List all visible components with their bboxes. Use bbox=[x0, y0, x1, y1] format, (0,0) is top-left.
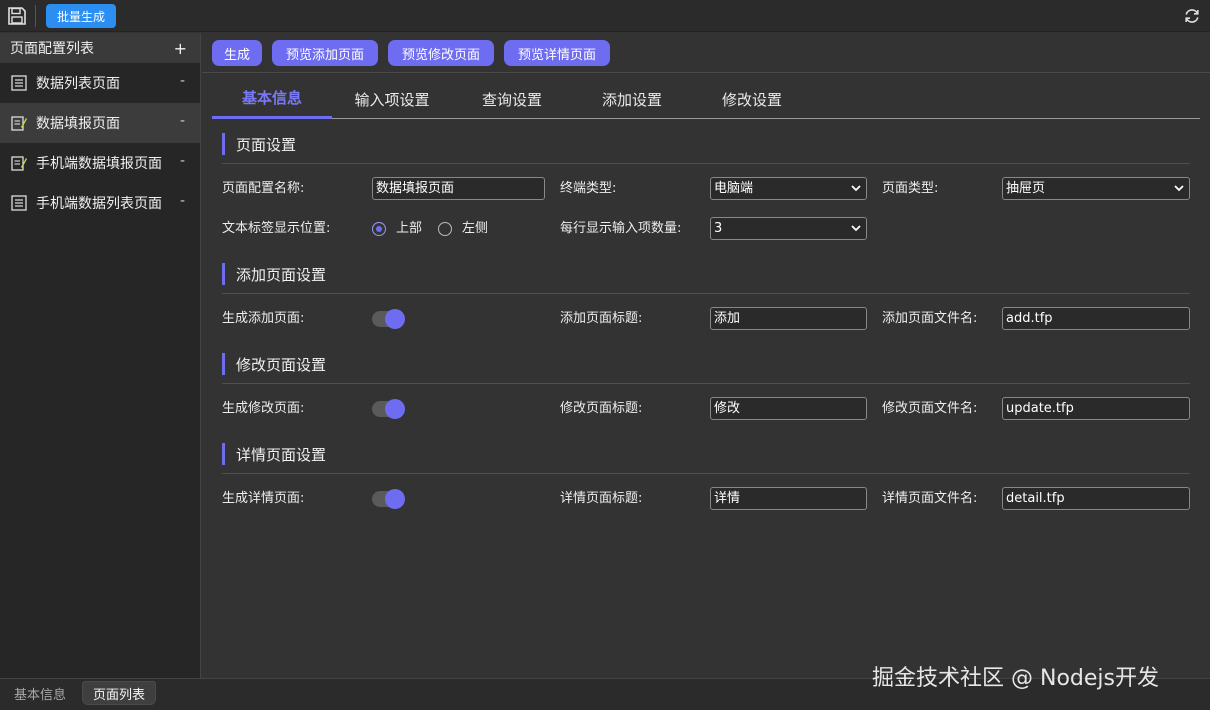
preview-add-page-button[interactable]: 预览添加页面 bbox=[272, 40, 378, 66]
add-page-config-button[interactable]: + bbox=[174, 39, 187, 58]
form-page-icon bbox=[11, 116, 27, 131]
toggle-knob bbox=[385, 399, 405, 419]
preview-detail-page-button[interactable]: 预览详情页面 bbox=[504, 40, 610, 66]
add-title-label: 添加页面标题: bbox=[560, 311, 643, 326]
generate-update-toggle[interactable] bbox=[372, 399, 405, 419]
label-position-left-text: 左侧 bbox=[462, 221, 489, 236]
chevron-down-icon bbox=[851, 225, 861, 232]
add-title-input[interactable]: 添加 bbox=[710, 307, 867, 330]
detail-file-name-input[interactable]: detail.tfp bbox=[1002, 487, 1190, 510]
config-name-input[interactable]: 数据填报页面 bbox=[372, 177, 545, 200]
refresh-icon[interactable] bbox=[1183, 7, 1201, 25]
section-title-add-settings: 添加页面设置 bbox=[222, 263, 326, 285]
update-file-name-label: 修改页面文件名: bbox=[882, 401, 978, 416]
batch-generate-button[interactable]: 批量生成 bbox=[46, 4, 116, 28]
section-title-update-settings: 修改页面设置 bbox=[222, 353, 326, 375]
save-icon[interactable] bbox=[7, 6, 27, 26]
page-type-select[interactable]: 抽屉页 bbox=[1002, 177, 1190, 200]
list-page-icon bbox=[11, 195, 27, 211]
sidebar-item-mobile-form[interactable]: 手机端数据填报页面 - bbox=[0, 143, 200, 183]
action-bar: 生成 预览添加页面 预览修改页面 预览详情页面 bbox=[202, 33, 1210, 73]
generate-detail-label: 生成详情页面: bbox=[222, 491, 305, 506]
generate-add-toggle[interactable] bbox=[372, 309, 405, 329]
generate-update-label: 生成修改页面: bbox=[222, 401, 305, 416]
sidebar-item-label: 手机端数据填报页面 bbox=[36, 156, 162, 172]
watermark: 掘金技术社区 @ Nodejs开发 bbox=[872, 666, 1159, 691]
toggle-knob bbox=[385, 309, 405, 329]
tab-input-settings[interactable]: 输入项设置 bbox=[332, 79, 452, 119]
update-file-name-input[interactable]: update.tfp bbox=[1002, 397, 1190, 420]
page-config-sidebar: 页面配置列表 + 数据列表页面 - 数据填报页面 - 手机端数据填报页面 - 手… bbox=[0, 33, 201, 678]
add-file-name-input[interactable]: add.tfp bbox=[1002, 307, 1190, 330]
generate-detail-toggle[interactable] bbox=[372, 489, 405, 509]
sidebar-item-mobile-list[interactable]: 手机端数据列表页面 - bbox=[0, 183, 200, 223]
add-file-name-label: 添加页面文件名: bbox=[882, 311, 978, 326]
section-divider bbox=[222, 293, 1190, 294]
generate-button[interactable]: 生成 bbox=[212, 40, 262, 66]
remove-item-button[interactable]: - bbox=[180, 193, 185, 209]
toolbar-divider bbox=[35, 5, 36, 27]
section-title-page-settings: 页面设置 bbox=[222, 133, 296, 155]
tab-basic-info[interactable]: 基本信息 bbox=[212, 79, 332, 119]
sidebar-header: 页面配置列表 + bbox=[0, 33, 200, 63]
section-title-detail-settings: 详情页面设置 bbox=[222, 443, 326, 465]
page-type-value: 抽屉页 bbox=[1006, 181, 1046, 196]
label-position-top-radio[interactable] bbox=[372, 222, 386, 236]
update-title-label: 修改页面标题: bbox=[560, 401, 643, 416]
label-position-label: 文本标签显示位置: bbox=[222, 221, 331, 236]
remove-item-button[interactable]: - bbox=[180, 153, 185, 169]
top-toolbar: 批量生成 bbox=[0, 0, 1210, 32]
list-page-icon bbox=[11, 75, 27, 91]
sidebar-item-data-form[interactable]: 数据填报页面 - bbox=[0, 103, 200, 143]
settings-tabs: 基本信息 输入项设置 查询设置 添加设置 修改设置 bbox=[212, 79, 1200, 119]
update-title-input[interactable]: 修改 bbox=[710, 397, 867, 420]
generate-add-label: 生成添加页面: bbox=[222, 311, 305, 326]
bottom-tab-page-list[interactable]: 页面列表 bbox=[82, 681, 156, 705]
per-row-label: 每行显示输入项数量: bbox=[560, 221, 682, 236]
detail-title-input[interactable]: 详情 bbox=[710, 487, 867, 510]
sidebar-item-label: 数据列表页面 bbox=[36, 76, 120, 92]
label-position-left-radio[interactable] bbox=[438, 222, 452, 236]
section-divider bbox=[222, 383, 1190, 384]
per-row-value: 3 bbox=[714, 221, 723, 236]
terminal-type-value: 电脑端 bbox=[714, 181, 754, 196]
sidebar-item-label: 手机端数据列表页面 bbox=[36, 196, 162, 212]
config-name-label: 页面配置名称: bbox=[222, 181, 305, 196]
detail-title-label: 详情页面标题: bbox=[560, 491, 643, 506]
toggle-knob bbox=[385, 489, 405, 509]
detail-file-name-label: 详情页面文件名: bbox=[882, 491, 978, 506]
chevron-down-icon bbox=[851, 185, 861, 192]
tab-update-settings[interactable]: 修改设置 bbox=[692, 79, 812, 119]
remove-item-button[interactable]: - bbox=[180, 73, 185, 89]
section-divider bbox=[222, 473, 1190, 474]
page-type-label: 页面类型: bbox=[882, 181, 939, 196]
per-row-select[interactable]: 3 bbox=[710, 217, 867, 240]
remove-item-button[interactable]: - bbox=[180, 113, 185, 129]
form-page-icon bbox=[11, 156, 27, 171]
terminal-type-label: 终端类型: bbox=[560, 181, 617, 196]
sidebar-title: 页面配置列表 bbox=[10, 41, 94, 57]
tab-add-settings[interactable]: 添加设置 bbox=[572, 79, 692, 119]
chevron-down-icon bbox=[1174, 185, 1184, 192]
sidebar-item-label: 数据填报页面 bbox=[36, 116, 120, 132]
bottom-tab-basic-info[interactable]: 基本信息 bbox=[4, 681, 76, 705]
terminal-type-select[interactable]: 电脑端 bbox=[710, 177, 867, 200]
main-panel: 生成 预览添加页面 预览修改页面 预览详情页面 基本信息 输入项设置 查询设置 … bbox=[202, 33, 1210, 678]
tab-query-settings[interactable]: 查询设置 bbox=[452, 79, 572, 119]
section-divider bbox=[222, 163, 1190, 164]
preview-update-page-button[interactable]: 预览修改页面 bbox=[388, 40, 494, 66]
sidebar-item-data-list[interactable]: 数据列表页面 - bbox=[0, 63, 200, 103]
label-position-top-text: 上部 bbox=[396, 221, 423, 236]
